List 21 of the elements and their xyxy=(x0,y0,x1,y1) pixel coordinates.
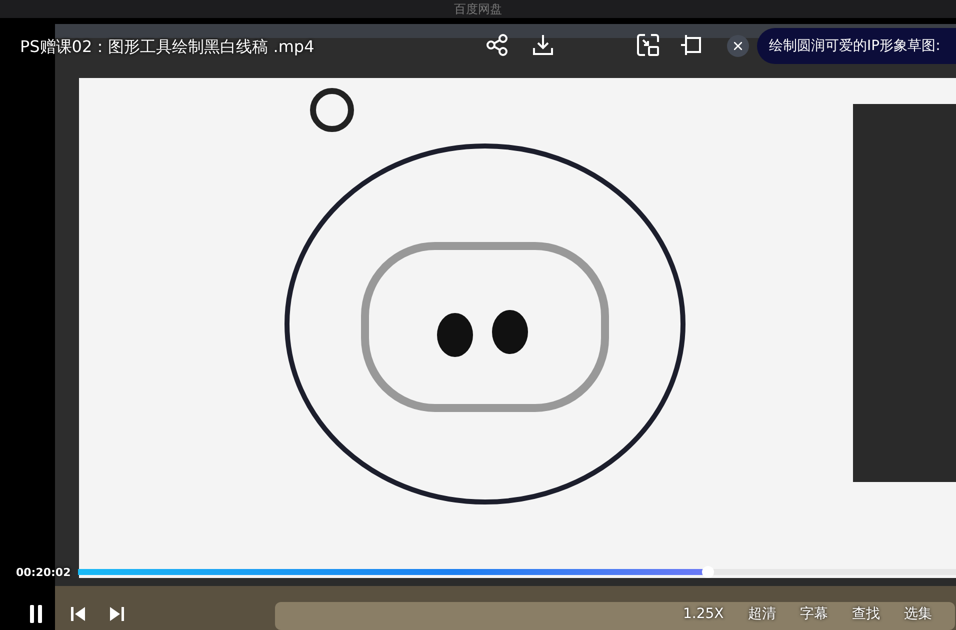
window-title: 百度网盘 xyxy=(454,0,502,18)
pause-button[interactable] xyxy=(29,605,43,623)
control-button[interactable]: 超清 xyxy=(748,605,776,623)
video-title: PS赠课02：图形工具绘制黑白线稿 .mp4 xyxy=(20,37,314,58)
control-button[interactable]: 选集 xyxy=(904,605,932,623)
share-icon[interactable] xyxy=(486,34,508,56)
next-button[interactable] xyxy=(109,606,125,622)
skip-back-icon xyxy=(70,606,86,622)
close-icon xyxy=(734,42,742,50)
control-button[interactable]: 字幕 xyxy=(800,605,828,623)
pause-icon xyxy=(29,605,43,623)
playback-time: 00:20:02 xyxy=(16,566,71,579)
previous-button[interactable] xyxy=(70,606,86,622)
crop-icon[interactable] xyxy=(680,34,702,56)
chapter-button[interactable]: 绘制圆润可爱的IP形象草图: xyxy=(757,28,956,64)
skip-forward-icon xyxy=(109,606,125,622)
speed-button[interactable]: 1.25X xyxy=(683,606,724,622)
progress-track[interactable] xyxy=(78,569,956,575)
picture-in-picture-icon[interactable] xyxy=(637,34,659,56)
download-icon[interactable] xyxy=(532,34,554,56)
control-button[interactable]: 查找 xyxy=(852,605,880,623)
